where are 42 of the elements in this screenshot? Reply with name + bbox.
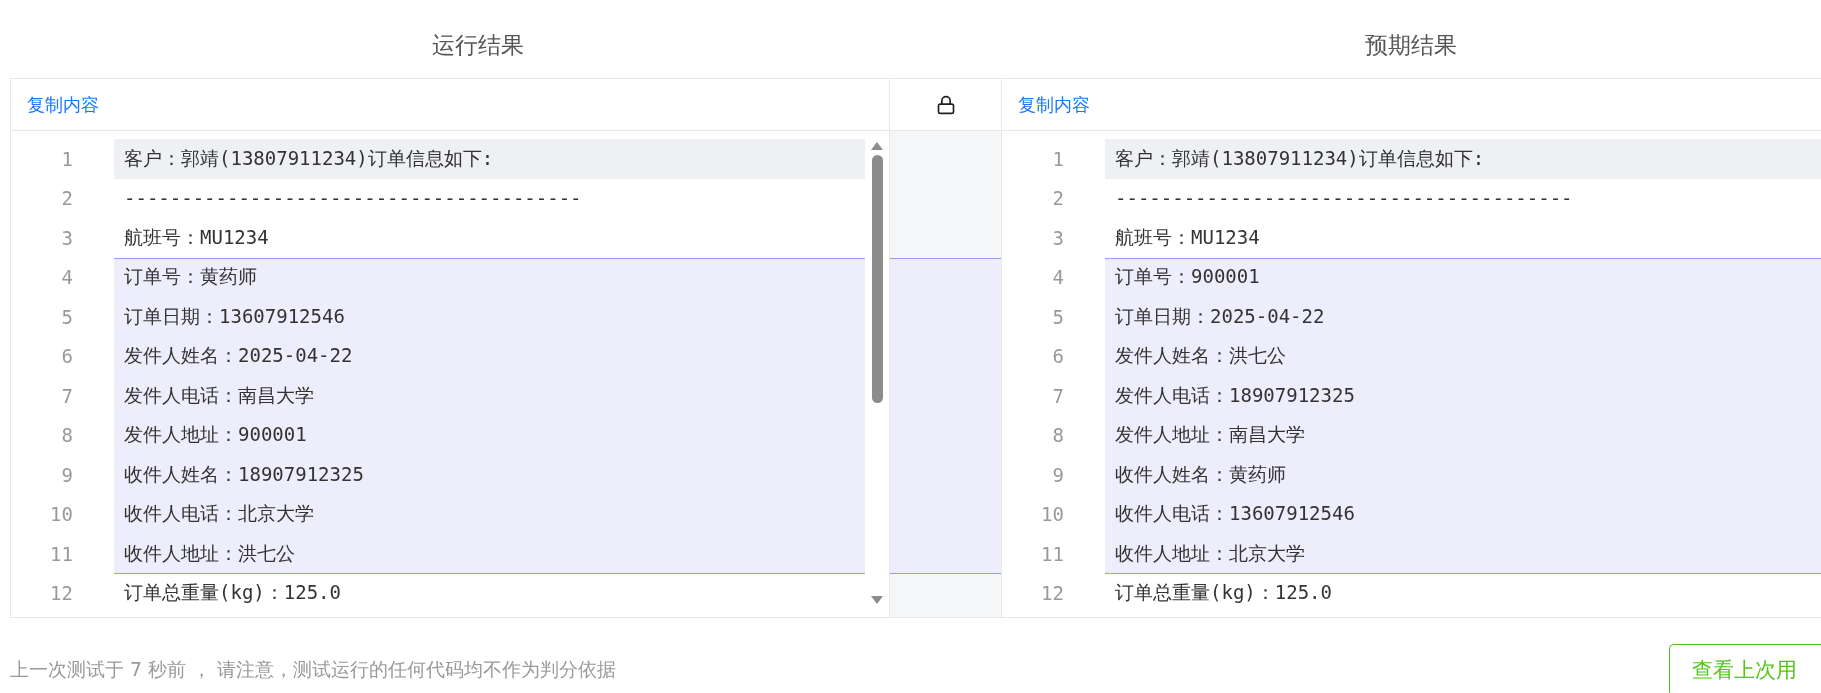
line-number: 5 [60, 305, 73, 328]
line-number: 8 [1051, 424, 1064, 447]
code-line: 订单总重量(kg)：125.0 [1114, 580, 1333, 606]
line-number: 7 [60, 384, 73, 407]
scrollbar-thumb[interactable] [871, 155, 883, 403]
line-number: 10 [49, 503, 73, 526]
line-number: 3 [60, 226, 73, 249]
line-number: 8 [60, 424, 73, 447]
scroll-up-icon[interactable] [870, 141, 884, 151]
line-number: 4 [1051, 266, 1064, 289]
code-line: ---------------------------------------- [123, 186, 583, 212]
line-number: 10 [1040, 503, 1064, 526]
line-number: 1 [1051, 147, 1064, 170]
line-number: 5 [1051, 305, 1064, 328]
line-number: 4 [60, 266, 73, 289]
line-number: 7 [1051, 384, 1064, 407]
scroll-down-icon[interactable] [870, 595, 884, 605]
line-number: 2 [60, 187, 73, 210]
line-number: 6 [60, 345, 73, 368]
code-line: ---------------------------------------- [1114, 186, 1574, 212]
test-note: 上一次测试于 7 秒前 ， 请注意，测试运行的任何代码均不作为判分依据 [10, 657, 617, 682]
line-number: 2 [1051, 187, 1064, 210]
line-number: 11 [1040, 542, 1064, 565]
line-number: 1 [60, 147, 73, 170]
line-number: 9 [1051, 463, 1064, 486]
code-line: 订单总重量(kg)：125.0 [123, 580, 342, 606]
code-line: 航班号：MU1234 [123, 224, 270, 250]
line-number: 11 [49, 542, 73, 565]
code-line: 航班号：MU1234 [1114, 224, 1261, 250]
line-number: 12 [1040, 582, 1064, 605]
lock-icon[interactable] [935, 94, 956, 115]
line-number: 9 [60, 463, 73, 486]
view-last-button[interactable]: 查看上次用 [1669, 644, 1821, 693]
result-heading: 运行结果 [430, 30, 525, 60]
line-number: 6 [1051, 345, 1064, 368]
line-number: 12 [49, 582, 73, 605]
result-heading: 预期结果 [1364, 30, 1458, 60]
code-line: 客户：郭靖(13807911234)订单信息如下: [1114, 145, 1486, 171]
code-line: 客户：郭靖(13807911234)订单信息如下: [123, 145, 495, 171]
copy-content-link[interactable]: 复制内容 [27, 92, 99, 117]
line-number: 3 [1051, 226, 1064, 249]
copy-content-link[interactable]: 复制内容 [1018, 92, 1090, 117]
